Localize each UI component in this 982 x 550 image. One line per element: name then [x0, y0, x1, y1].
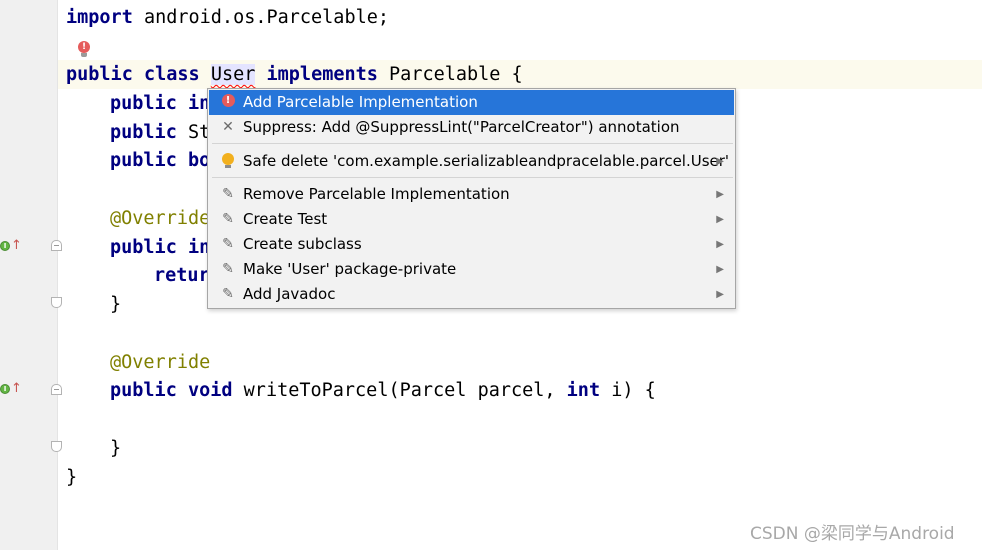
menu-item-label: Remove Parcelable Implementation	[243, 185, 510, 203]
menu-item-add-parcelable[interactable]: ! Add Parcelable Implementation	[209, 90, 734, 115]
close-icon: ✕	[222, 119, 234, 135]
keyword: public	[110, 150, 177, 171]
error-lightbulb-icon[interactable]: !	[76, 41, 92, 59]
code-line-import[interactable]: import android.os.Parcelable;	[58, 3, 982, 32]
keyword: public	[66, 64, 133, 85]
submenu-arrow-icon: ▶	[716, 156, 724, 167]
code-text: bo	[176, 150, 211, 171]
code-line-close-brace[interactable]: }	[58, 434, 982, 463]
menu-item-remove-parcelable[interactable]: ✎ Remove Parcelable Implementation ▶	[209, 182, 734, 207]
keyword: implements	[266, 64, 378, 85]
submenu-arrow-icon: ▶	[716, 214, 724, 225]
code-text: St	[176, 122, 211, 143]
interface-name: Parcelable {	[377, 64, 523, 85]
editor-gutter: I ↑ I ↑	[0, 0, 62, 550]
pencil-icon: ✎	[222, 286, 234, 302]
pencil-icon: ✎	[222, 261, 234, 277]
brace: }	[110, 438, 122, 459]
menu-item-label: Suppress: Add @SuppressLint("ParcelCreat…	[243, 118, 680, 136]
keyword: retur	[154, 265, 210, 286]
submenu-arrow-icon: ▶	[716, 239, 724, 250]
annotation: @Override	[110, 208, 211, 229]
code-text: in	[176, 93, 211, 114]
menu-item-label: Create subclass	[243, 235, 362, 253]
pencil-icon: ✎	[222, 211, 234, 227]
menu-item-label: Add Parcelable Implementation	[243, 93, 478, 111]
keyword: public	[110, 237, 177, 258]
keyword: import	[66, 7, 133, 28]
annotation: @Override	[110, 352, 211, 373]
menu-item-label: Safe delete 'com.example.serializableand…	[243, 152, 730, 170]
pencil-icon: ✎	[222, 236, 234, 252]
menu-separator	[212, 143, 733, 144]
intention-actions-menu: ! Add Parcelable Implementation ✕ Suppre…	[207, 88, 736, 309]
submenu-arrow-icon: ▶	[716, 189, 724, 200]
code-line-annotation[interactable]: @Override	[58, 348, 982, 377]
keyword: public	[110, 93, 177, 114]
method-signature-end: i) {	[600, 380, 656, 401]
watermark: CSDN @梁同学与Android	[750, 524, 955, 544]
brace: }	[66, 467, 78, 488]
keyword: public	[110, 122, 177, 143]
brace: }	[110, 294, 122, 315]
implements-method-marker-icon[interactable]: I ↑	[0, 238, 22, 256]
pencil-icon: ✎	[222, 186, 234, 202]
implements-method-marker-icon[interactable]: I ↑	[0, 381, 22, 399]
menu-item-create-subclass[interactable]: ✎ Create subclass ▶	[209, 232, 734, 257]
class-name-error[interactable]: User	[210, 64, 256, 85]
keyword: int	[566, 380, 601, 401]
keyword: void	[187, 380, 233, 401]
menu-item-label: Create Test	[243, 210, 328, 228]
menu-item-label: Add Javadoc	[243, 285, 336, 303]
lightbulb-icon	[220, 153, 236, 169]
menu-item-suppress[interactable]: ✕ Suppress: Add @SuppressLint("ParcelCre…	[209, 115, 734, 140]
method-signature: writeToParcel(Parcel parcel,	[232, 380, 567, 401]
submenu-arrow-icon: ▶	[716, 264, 724, 275]
code-line-class-declaration[interactable]: public class User implements Parcelable …	[58, 60, 982, 89]
keyword: class	[143, 64, 200, 85]
code-line-close-brace[interactable]: }	[58, 463, 982, 492]
code-text: in	[176, 237, 211, 258]
submenu-arrow-icon: ▶	[716, 289, 724, 300]
menu-item-safe-delete[interactable]: Safe delete 'com.example.serializableand…	[209, 149, 734, 174]
keyword: public	[110, 380, 177, 401]
menu-item-make-package-private[interactable]: ✎ Make 'User' package-private ▶	[209, 257, 734, 282]
menu-item-label: Make 'User' package-private	[243, 260, 457, 278]
menu-item-create-test[interactable]: ✎ Create Test ▶	[209, 207, 734, 232]
error-icon: !	[220, 94, 236, 110]
menu-item-add-javadoc[interactable]: ✎ Add Javadoc ▶	[209, 282, 734, 307]
import-path: android.os.Parcelable;	[132, 7, 390, 28]
menu-separator	[212, 177, 733, 178]
code-line-method[interactable]: public void writeToParcel(Parcel parcel,…	[58, 376, 982, 405]
